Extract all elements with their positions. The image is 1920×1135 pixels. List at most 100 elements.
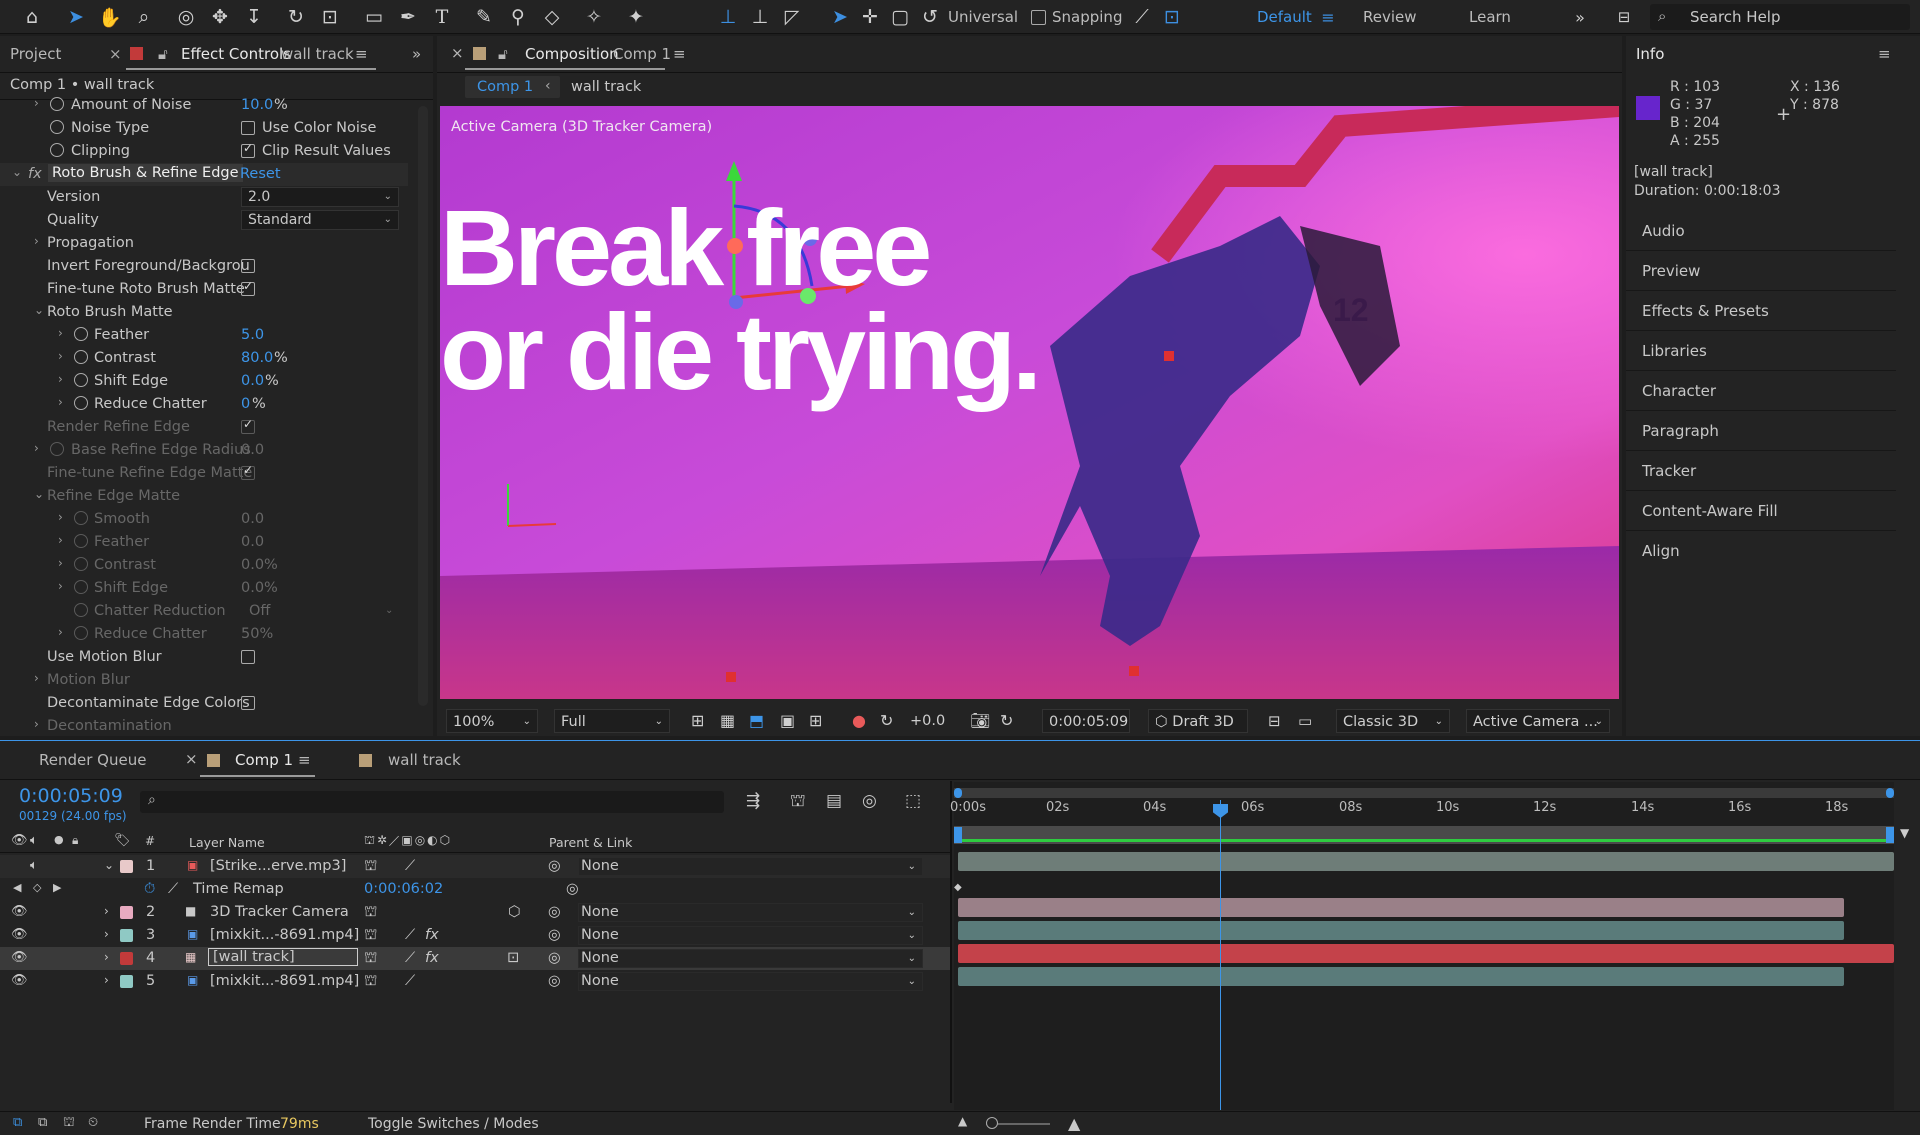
chevron-right-icon[interactable]: › [34,717,39,731]
brush-tool-icon[interactable]: ✎ [470,3,498,31]
chevron-down-icon[interactable]: ⌄ [34,487,44,501]
zoom-dropdown[interactable]: 100% ⌄ [446,709,538,733]
tab-close-icon[interactable]: × [109,45,122,63]
type-tool-icon[interactable]: T [428,3,456,31]
exposure-value[interactable]: +0.0 [910,709,945,733]
selection-tool-icon[interactable]: ➤ [62,3,90,31]
reset-exposure-icon[interactable]: ↻ [880,709,893,733]
chevron-right-icon[interactable]: › [58,579,63,593]
tab-info[interactable]: Info [1636,45,1664,63]
toggle-switches-modes[interactable]: Toggle Switches / Modes [368,1116,539,1132]
chevron-down-icon[interactable]: ⌄ [34,303,44,317]
render-refine-checkbox[interactable] [241,417,255,434]
comp-viewer[interactable]: Active Camera (3D Tracker Camera) Break … [440,106,1619,699]
track-point[interactable] [726,672,736,682]
invert-fg-checkbox[interactable] [241,259,255,273]
fx-icon[interactable]: fx [425,950,439,966]
local-axis-icon[interactable]: ⊥ [714,3,742,31]
layer-bar-4[interactable] [958,944,1894,963]
home-icon[interactable]: ⌂ [18,3,46,31]
lock-icon[interactable]: 🔓︎ [498,45,508,63]
chevron-right-icon[interactable]: › [58,372,63,386]
workspace-review[interactable]: Review [1363,8,1417,26]
row-motion-blur-group[interactable]: › Motion Blur [0,669,408,692]
track-point[interactable] [1129,666,1139,676]
layer-name[interactable]: [wall track] [208,948,358,966]
parent-dropdown[interactable]: None ⌄ [578,949,923,968]
time-remap-value[interactable]: 0:00:06:02 [364,881,443,897]
stopwatch-icon[interactable] [74,511,88,525]
move-icon[interactable]: ✛ [856,3,884,31]
3d-layer-icon[interactable]: ⬡ [508,904,521,920]
panel-paragraph[interactable]: Paragraph [1626,412,1896,451]
panel-menu-icon[interactable]: ≡ [1878,45,1891,63]
pickwhip-icon[interactable]: ◎ [548,858,561,874]
layer-switches-icon[interactable]: ⧉ [13,1115,22,1130]
stopwatch-icon[interactable] [50,143,64,157]
world-axis-icon[interactable]: ⊥ [746,3,774,31]
panel-menu-icon[interactable]: ≡ [673,45,686,63]
comp-end-marker-icon[interactable]: ▼ [1900,826,1909,840]
pickwhip-icon[interactable]: ◎ [548,904,561,920]
layer-bar-1[interactable] [958,852,1894,871]
zoom-slider-thumb[interactable] [986,1117,998,1129]
region-of-interest-icon[interactable]: ▣ [780,709,795,733]
chevron-right-icon[interactable]: › [58,326,63,340]
dolly-camera-icon[interactable]: ↧ [240,3,268,31]
chevron-right-icon[interactable]: › [104,950,109,964]
stopwatch-icon[interactable] [74,350,88,364]
chevron-down-icon[interactable]: ⌄ [104,858,114,872]
quality-switch-icon[interactable]: ⟋ [405,950,415,966]
audio-toggle-icon[interactable]: 🔈︎ [30,858,38,873]
hand-tool-icon[interactable]: ✋ [96,3,124,31]
chevron-right-icon[interactable]: › [104,973,109,987]
pickwhip-icon[interactable]: ◎ [548,950,561,966]
layer-row-5[interactable]: 👁︎ › 5 ▣ [mixkit...-8691.mp4] ⛫ ⟋ ◎ None… [0,970,950,993]
track-point[interactable] [1164,351,1174,361]
lock-icon[interactable]: 🔓︎ [158,45,168,63]
3d-view-dropdown[interactable]: Active Camera ... ⌄ [1466,709,1610,733]
panel-audio[interactable]: Audio [1626,212,1896,251]
expression-pickwhip-icon[interactable]: ◎ [566,881,579,897]
ground-plane-icon[interactable]: ▭ [1298,709,1312,733]
tab-render-queue[interactable]: Render Queue [39,751,146,769]
chevron-right-icon[interactable]: › [104,927,109,941]
shift-edge-value[interactable]: 0.0 [241,373,264,389]
row-decontamination[interactable]: › Decontamination [0,715,408,738]
layer-label-swatch[interactable] [120,906,133,919]
pickwhip-icon[interactable]: ◎ [548,927,561,943]
workspace-edit-icon[interactable]: ⊟ [1610,3,1638,31]
layer-bar-2[interactable] [958,898,1844,917]
comp-flowchart-icon[interactable]: ⇶ [746,791,760,811]
motion-blur-checkbox[interactable] [241,650,255,664]
stopwatch-icon[interactable] [74,534,88,548]
panel-preview[interactable]: Preview [1626,252,1896,291]
renderer-dropdown[interactable]: Classic 3D ⌄ [1336,709,1450,733]
scrollbar[interactable] [418,106,428,706]
reduce-chatter-value[interactable]: 0 [241,396,250,412]
chatter-reduction-value[interactable]: Off [249,603,270,619]
adjustment-layer-icon[interactable]: ⊡ [507,950,519,966]
work-area-start[interactable] [954,788,962,798]
stopwatch-icon[interactable] [50,97,64,111]
chevron-right-icon[interactable]: › [58,625,63,639]
layer-row-4[interactable]: 👁︎ › 4 ▦ [wall track] ⛫ ⟋ fx ⊡ ◎ None ⌄ [0,947,950,970]
prev-keyframe-icon[interactable]: ◀ [13,881,21,894]
chevron-right-icon[interactable]: › [34,234,39,248]
panel-effects-presets[interactable]: Effects & Presets [1626,292,1896,331]
parent-dropdown[interactable]: None ⌄ [578,972,923,991]
rectangle-tool-icon[interactable]: ▭ [360,3,388,31]
stopwatch-icon[interactable] [74,626,88,640]
eye-icon[interactable]: 👁︎ [11,950,28,965]
layer-label-swatch[interactable] [120,975,133,988]
finetune-refine-checkbox[interactable] [241,463,255,480]
layer-row-1[interactable]: 🔈︎ ⌄ 1 ▣ [Strike...erve.mp3] ⛫ ⟋ ◎ None ⌄ [0,855,950,878]
tab-composition-name[interactable]: Comp 1 [613,45,671,63]
reset-link[interactable]: Reset [240,166,281,182]
feather-value[interactable]: 5.0 [241,327,264,343]
more-workspaces-icon[interactable]: » [1566,3,1594,31]
graph-editor-icon[interactable]: ⬚ [905,791,921,811]
stopwatch-icon[interactable] [50,442,64,456]
view-axis-icon[interactable]: ◸ [778,3,806,31]
chevron-right-icon[interactable]: › [58,556,63,570]
